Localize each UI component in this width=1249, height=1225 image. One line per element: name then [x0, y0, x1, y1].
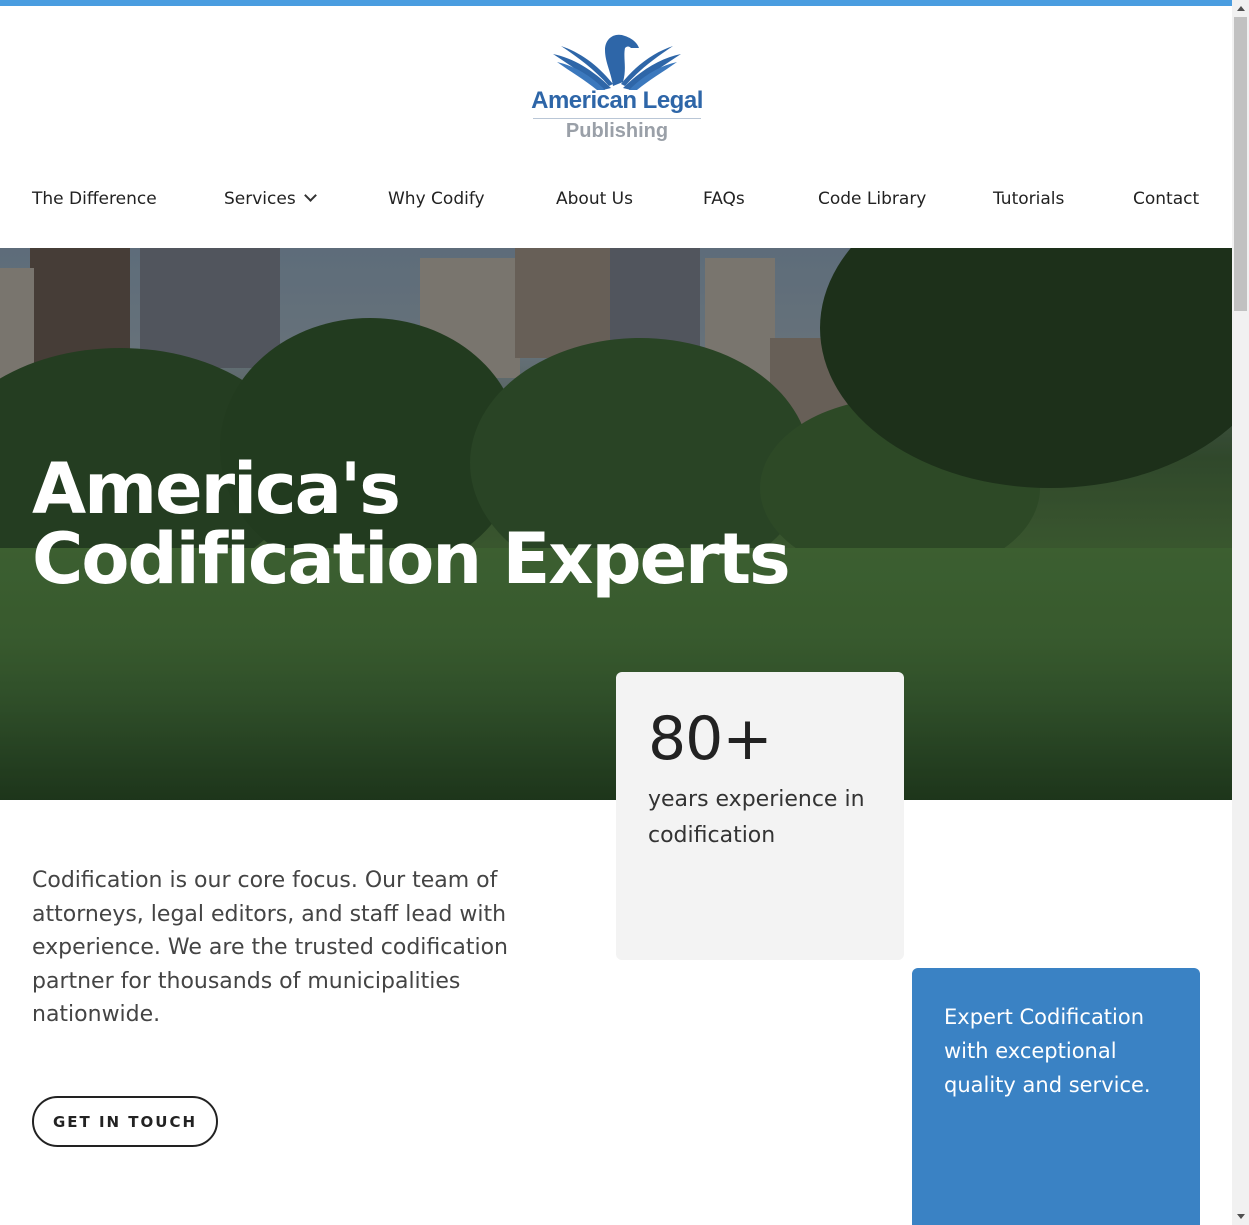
intro-paragraph: Codification is our core focus. Our team… [32, 868, 508, 1027]
nav-label: Contact [1133, 189, 1200, 209]
nav-tutorials[interactable]: Tutorials [993, 189, 1064, 209]
nav-services[interactable]: Services [224, 189, 317, 209]
nav-label: Services [224, 189, 296, 209]
page-scrollbar[interactable] [1232, 0, 1249, 1225]
brand-subname: Publishing [565, 120, 669, 142]
nav-the-difference[interactable]: The Difference [32, 189, 157, 209]
nav-label: Tutorials [993, 189, 1065, 209]
site-header: American Legal Publishing The Difference… [0, 6, 1232, 248]
brand-name: American Legal [531, 87, 703, 114]
highlight-text: Expert Codification with exceptional qua… [944, 1005, 1151, 1097]
logo-divider [533, 118, 701, 119]
stat-number: 80+ [648, 704, 773, 774]
hero-title-line2: Codification Experts [32, 518, 791, 600]
get-in-touch-button[interactable]: GET IN TOUCH [32, 1096, 218, 1147]
nav-why-codify[interactable]: Why Codify [388, 189, 485, 209]
nav-label: Code Library [818, 189, 927, 209]
nav-label: About Us [556, 189, 633, 209]
nav-contact[interactable]: Contact [1133, 189, 1199, 209]
scroll-up-arrow-icon[interactable] [1232, 0, 1249, 17]
nav-label: The Difference [32, 189, 157, 209]
scrollbar-thumb[interactable] [1234, 17, 1247, 311]
site-logo[interactable]: American Legal Publishing [531, 32, 703, 148]
stat-description: years experience in codification [648, 787, 865, 848]
nav-faqs[interactable]: FAQs [703, 189, 745, 209]
scroll-down-arrow-icon[interactable] [1232, 1208, 1249, 1225]
nav-code-library[interactable]: Code Library [818, 189, 926, 209]
nav-label: Why Codify [388, 189, 485, 209]
hero-title: America's Codification Experts [32, 454, 791, 594]
nav-about-us[interactable]: About Us [556, 189, 633, 209]
stat-card: 80+ years experience in codification [616, 672, 904, 960]
chevron-down-icon [303, 189, 317, 202]
highlight-card: Expert Codification with exceptional qua… [912, 968, 1200, 1225]
eagle-icon [553, 34, 681, 90]
nav-label: FAQs [703, 189, 745, 209]
